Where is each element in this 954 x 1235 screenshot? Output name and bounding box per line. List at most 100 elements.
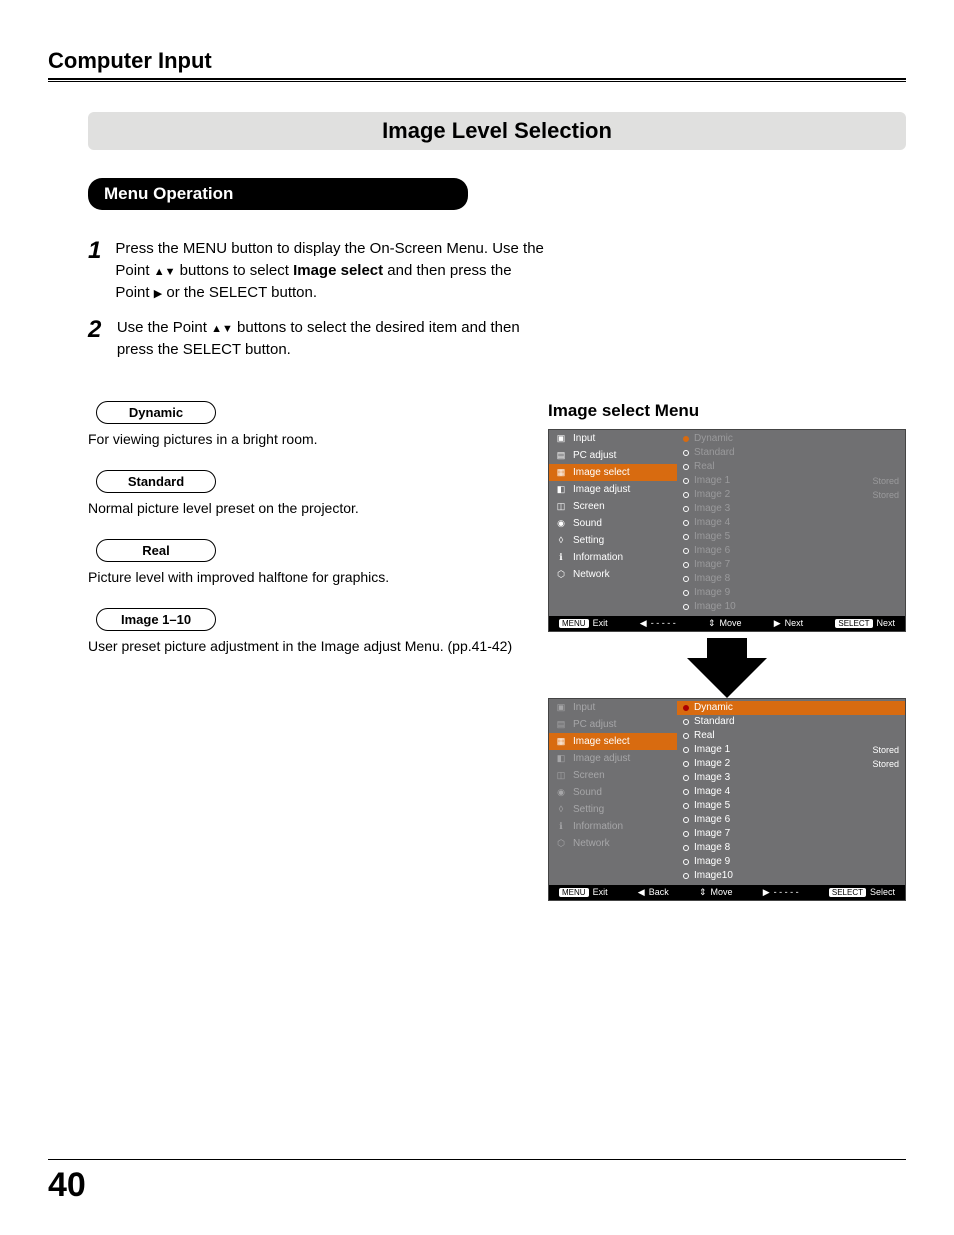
menu-item-setting[interactable]: ◊Setting: [549, 801, 677, 818]
step-number: 1: [88, 238, 101, 303]
option-label: Real: [694, 730, 715, 741]
radio-icon: [683, 534, 689, 540]
image-option[interactable]: Image 3: [677, 502, 905, 516]
image-option[interactable]: Image 8: [677, 572, 905, 586]
image-option[interactable]: Image 9: [677, 586, 905, 600]
radio-icon: [683, 775, 689, 781]
menu-item-information[interactable]: ℹInformation: [549, 818, 677, 835]
menu-icon: ℹ: [555, 551, 567, 563]
option-label: Image 3: [694, 503, 730, 514]
menu-item-label: Network: [573, 838, 610, 849]
menu-item-image-select[interactable]: ▦Image select▶: [549, 464, 677, 481]
image-option[interactable]: Image 2Stored: [677, 757, 905, 771]
image-option[interactable]: Image 5: [677, 799, 905, 813]
image-option[interactable]: Image 10: [677, 600, 905, 614]
option-label: Image 9: [694, 856, 730, 867]
image-option[interactable]: Dynamic: [677, 432, 905, 446]
option-label: Image 10: [694, 601, 736, 612]
osd-screenshot-2: ▣Input▤PC adjust▦Image select◀◧Image adj…: [548, 698, 906, 901]
menu-item-information[interactable]: ℹInformation: [549, 549, 677, 566]
radio-icon: [683, 604, 689, 610]
option-label: Image 7: [694, 559, 730, 570]
option-label: Image 9: [694, 587, 730, 598]
updown-icon: ⇕: [708, 618, 716, 629]
image-option[interactable]: Image 1Stored: [677, 474, 905, 488]
menu-item-label: Sound: [573, 518, 602, 529]
left-icon: ◀: [638, 887, 645, 898]
option-label: Dynamic: [694, 702, 733, 713]
option-label: Image 3: [694, 772, 730, 783]
option-label: Dynamic: [694, 433, 733, 444]
section-banner: Image Level Selection: [88, 112, 906, 150]
step-2: 2 Use the Point ▲▼ buttons to select the…: [88, 317, 548, 361]
option-label: Image 4: [694, 786, 730, 797]
footer-divider: [48, 1159, 906, 1160]
option-label: Image 6: [694, 545, 730, 556]
image-option[interactable]: Image 4: [677, 785, 905, 799]
radio-icon: [683, 450, 689, 456]
radio-icon: [683, 520, 689, 526]
menu-item-label: PC adjust: [573, 450, 616, 461]
image-option[interactable]: Image 4: [677, 516, 905, 530]
image-option[interactable]: Standard: [677, 446, 905, 460]
radio-icon: [683, 831, 689, 837]
tag-desc: For viewing pictures in a bright room.: [88, 430, 548, 448]
option-label: Real: [694, 461, 715, 472]
menu-item-input[interactable]: ▣Input: [549, 699, 677, 716]
image-option[interactable]: Image 6: [677, 544, 905, 558]
menu-item-setting[interactable]: ◊Setting: [549, 532, 677, 549]
image-option[interactable]: Real: [677, 729, 905, 743]
step-1: 1 Press the MENU button to display the O…: [88, 238, 548, 303]
option-label: Standard: [694, 447, 735, 458]
image-option[interactable]: Image 9: [677, 855, 905, 869]
option-label: Image 5: [694, 800, 730, 811]
tag-standard: Standard: [96, 470, 216, 493]
radio-icon: [683, 492, 689, 498]
radio-icon: [683, 761, 689, 767]
menu-item-screen[interactable]: ◫Screen: [549, 767, 677, 784]
menu-icon: ◊: [555, 803, 567, 815]
image-option[interactable]: Image 3: [677, 771, 905, 785]
menu-item-label: Image adjust: [573, 753, 630, 764]
radio-icon: [683, 705, 689, 711]
image-option[interactable]: Image 1 Stored: [677, 743, 905, 757]
radio-icon: [683, 845, 689, 851]
menu-item-network[interactable]: ⬡Network: [549, 566, 677, 583]
menu-item-sound[interactable]: ◉Sound: [549, 515, 677, 532]
menu-icon: ▣: [555, 432, 567, 444]
option-label: Image 1: [694, 744, 730, 755]
menu-item-label: PC adjust: [573, 719, 616, 730]
image-option[interactable]: Image 2Stored: [677, 488, 905, 502]
menu-item-image-adjust[interactable]: ◧Image adjust: [549, 750, 677, 767]
image-option[interactable]: Image 5: [677, 530, 905, 544]
radio-icon: [683, 803, 689, 809]
image-option[interactable]: Image 7: [677, 827, 905, 841]
menu-item-sound[interactable]: ◉Sound: [549, 784, 677, 801]
radio-icon: [683, 464, 689, 470]
image-option[interactable]: Image 8: [677, 841, 905, 855]
menu-item-image-select[interactable]: ▦Image select◀: [549, 733, 677, 750]
menu-item-label: Image select: [573, 736, 630, 747]
left-icon: ◀: [640, 618, 647, 629]
menu-item-pc-adjust[interactable]: ▤PC adjust: [549, 716, 677, 733]
menu-item-input[interactable]: ▣Input: [549, 430, 677, 447]
stored-label: Stored: [872, 745, 899, 755]
menu-item-screen[interactable]: ◫Screen: [549, 498, 677, 515]
option-label: Image 7: [694, 828, 730, 839]
radio-icon: [683, 548, 689, 554]
option-label: Image 2: [694, 489, 730, 500]
menu-item-network[interactable]: ⬡Network: [549, 835, 677, 852]
image-option[interactable]: Dynamic: [677, 701, 905, 715]
menu-item-label: Screen: [573, 770, 605, 781]
menu-item-label: Information: [573, 821, 623, 832]
option-label: Image 2: [694, 758, 730, 769]
image-option[interactable]: Image10: [677, 869, 905, 883]
image-option[interactable]: Image 6: [677, 813, 905, 827]
menu-item-label: Setting: [573, 535, 604, 546]
image-option[interactable]: Real: [677, 460, 905, 474]
image-option[interactable]: Image 7: [677, 558, 905, 572]
menu-item-pc-adjust[interactable]: ▤PC adjust: [549, 447, 677, 464]
menu-item-image-adjust[interactable]: ◧Image adjust: [549, 481, 677, 498]
tag-dynamic: Dynamic: [96, 401, 216, 424]
image-option[interactable]: Standard: [677, 715, 905, 729]
